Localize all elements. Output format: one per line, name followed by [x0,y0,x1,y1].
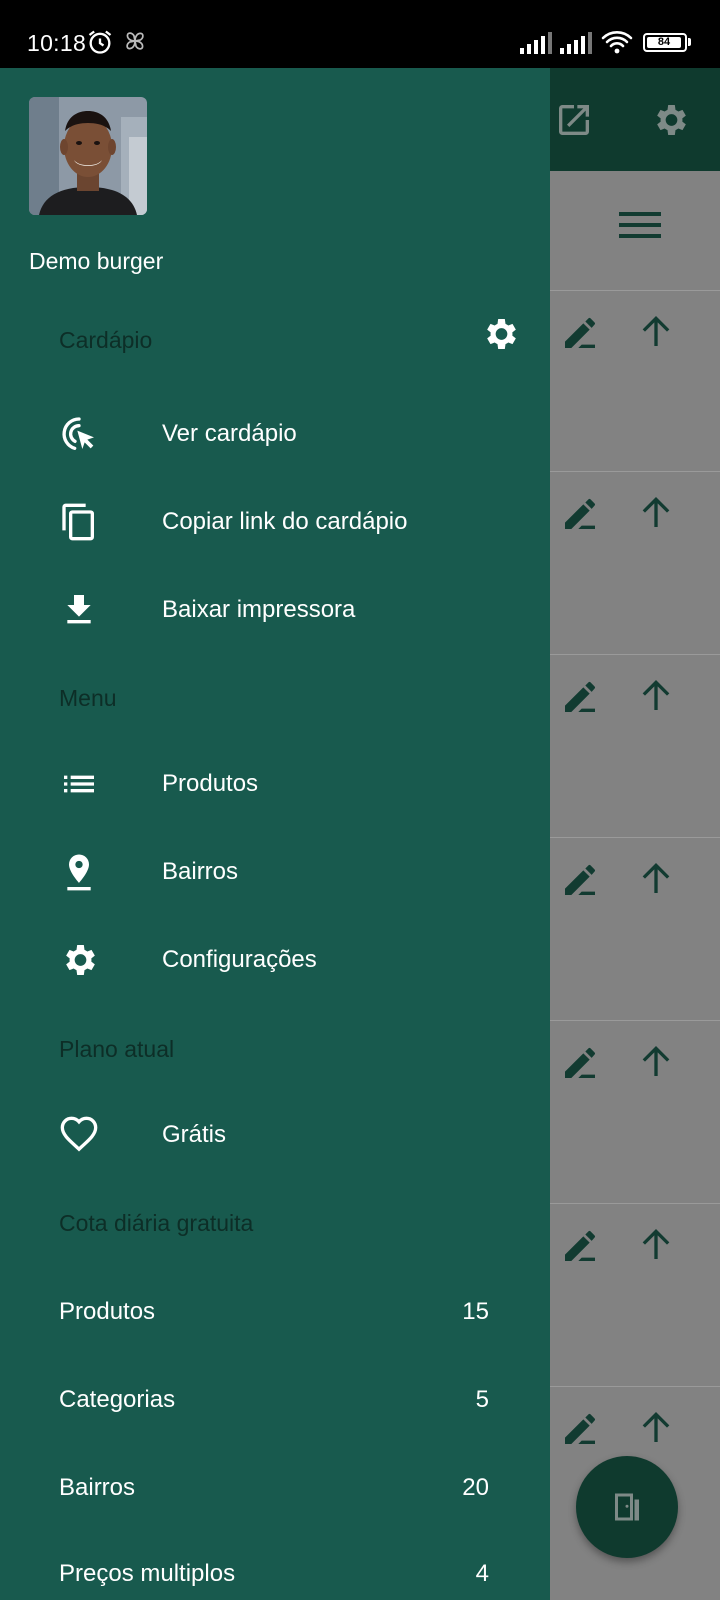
quota-label: Categorias [59,1386,176,1413]
list-item [540,1020,720,1202]
battery-icon: 84 [643,33,687,52]
background-app-bar [540,68,720,171]
nav-item-label: Grátis [162,1121,227,1148]
nav-item-configuracoes[interactable]: Configurações [0,924,550,996]
quota-value: 20 [462,1474,489,1501]
arrow-up-icon [636,1041,676,1086]
quota-label: Preços multiplos [59,1560,236,1587]
exit-fab[interactable] [576,1456,678,1558]
nav-item-label: Configurações [162,946,317,973]
quota-value: 15 [462,1298,489,1325]
nav-item-gratis[interactable]: Grátis [0,1099,550,1171]
gear-icon [59,940,99,980]
quota-row-bairros: Bairros 20 [59,1474,489,1514]
arrow-up-icon [636,311,676,356]
edit-icon [560,1043,600,1088]
edit-icon [560,860,600,905]
edit-icon [560,313,600,358]
list-icon [59,764,99,804]
wifi-icon [601,30,633,59]
nav-item-baixar-impressora[interactable]: Baixar impressora [0,574,550,646]
nav-item-label: Ver cardápio [162,420,297,447]
edit-icon [560,677,600,722]
nav-item-produtos[interactable]: Produtos [0,748,550,820]
nav-item-bairros[interactable]: Bairros [0,836,550,908]
quota-row-precos-multiplos: Preços multiplos 4 [59,1560,489,1600]
quota-value: 5 [475,1386,489,1413]
download-icon [59,590,99,630]
status-time: 10:18 [27,30,87,56]
arrow-up-icon [636,492,676,537]
list-item [540,837,720,1019]
section-title-menu: Menu [59,685,117,711]
nav-item-label: Baixar impressora [162,596,356,623]
signal-icon [560,32,594,59]
location-pin-icon [59,852,99,892]
edit-icon [560,494,600,539]
nav-item-label: Produtos [162,770,259,797]
section-title-plano: Plano atual [59,1036,175,1062]
navigation-drawer: Demo burger Cardápio Ver cardápio Copiar… [0,68,550,1600]
alarm-icon [86,28,114,61]
section-title-cota: Cota diária gratuita [59,1210,254,1236]
arrow-up-icon [636,858,676,903]
nav-item-label: Bairros [162,858,239,885]
arrow-up-icon [636,1407,676,1452]
battery-level: 84 [647,37,681,48]
arrow-up-icon [636,675,676,720]
quota-row-produtos: Produtos 15 [59,1298,489,1338]
hamburger-icon [619,209,661,246]
avatar[interactable] [29,97,147,215]
battery-tip [688,38,691,46]
open-external-icon [554,100,594,145]
arrow-up-icon [636,1224,676,1269]
copy-icon [59,502,99,542]
list-item [540,471,720,653]
list-item [540,654,720,836]
nav-item-copiar-link[interactable]: Copiar link do cardápio [0,486,550,558]
nav-item-label: Copiar link do cardápio [162,508,408,535]
quota-row-categorias: Categorias 5 [59,1386,489,1426]
edit-icon [560,1226,600,1271]
gear-icon[interactable] [480,314,520,359]
user-name: Demo burger [29,248,164,274]
quota-label: Produtos [59,1298,156,1325]
heart-icon [59,1115,99,1155]
pinwheel-icon [122,28,148,59]
gear-icon [650,100,690,145]
signal-icon [520,32,554,59]
nav-item-ver-cardapio[interactable]: Ver cardápio [0,398,550,470]
edit-icon [560,1409,600,1454]
status-bar: 10:18 84 [0,0,720,68]
list-item [540,290,720,472]
quota-label: Bairros [59,1474,136,1501]
exit-door-icon [615,1493,639,1521]
section-title-cardapio: Cardápio [59,327,153,353]
quota-value: 4 [475,1560,489,1587]
touch-cursor-icon [59,414,99,454]
list-item [540,1203,720,1385]
